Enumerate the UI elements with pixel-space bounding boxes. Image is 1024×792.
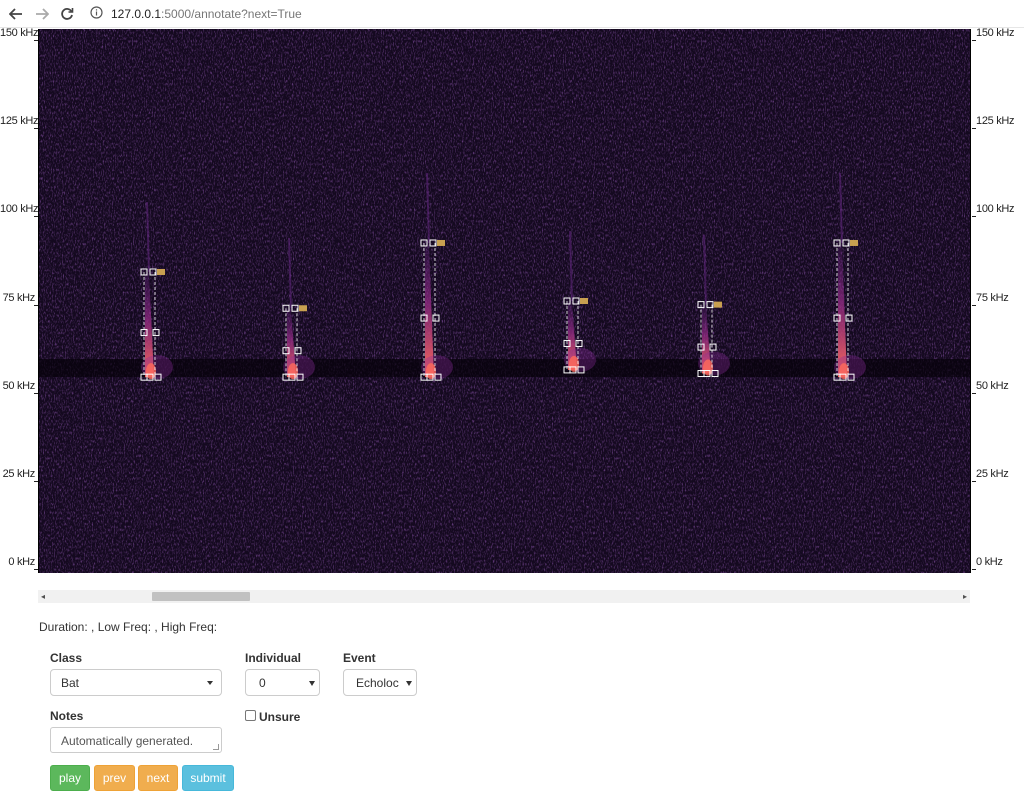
notes-text: Automatically generated. — [61, 734, 194, 748]
box-label-tag — [580, 298, 588, 304]
class-select[interactable]: Bat — [50, 669, 222, 696]
chevron-down-icon — [207, 681, 213, 685]
submit-button[interactable]: submit — [182, 765, 234, 791]
freq-tick-label-left: 75 kHz — [2, 291, 36, 304]
freq-tick-label-right: 50 kHz — [976, 379, 1009, 392]
next-button[interactable]: next — [138, 765, 178, 791]
freq-tick-label-left: 0 kHz — [8, 556, 35, 568]
freq-tick-right — [972, 480, 976, 482]
notes-textarea[interactable]: Automatically generated. — [50, 727, 222, 753]
call-spread — [283, 355, 315, 380]
browser-toolbar: 127.0.0.1:5000/annotate?next=True — [0, 0, 1024, 28]
resize-grip-icon[interactable] — [213, 744, 219, 750]
notes-label: Notes — [50, 709, 84, 723]
back-arrow-icon[interactable] — [6, 4, 26, 24]
url-path: :5000/annotate?next=True — [161, 7, 302, 21]
freq-tick-label-right: 150 kHz — [976, 27, 1015, 39]
event-label: Event — [343, 651, 376, 665]
url-host: 127.0.0.1 — [111, 7, 162, 21]
unsure-label: Unsure — [259, 710, 301, 724]
freq-tick-label-left: 150 kHz — [0, 27, 39, 39]
freq-tick-right — [972, 40, 976, 41]
event-select-value: Echoloc — [356, 675, 399, 690]
call-spread — [698, 351, 730, 376]
box-label-tag — [714, 301, 722, 308]
class-label: Class — [50, 651, 83, 665]
freq-tick-label-right: 100 kHz — [976, 203, 1015, 216]
class-select-value: Bat — [61, 675, 80, 690]
call-spread — [564, 347, 596, 372]
box-label-tag — [157, 268, 165, 275]
freq-tick-right — [972, 128, 976, 130]
chevron-down-icon — [309, 681, 315, 686]
box-label-tag — [299, 305, 307, 312]
scroll-left-arrow-icon[interactable]: ◂ — [38, 592, 48, 601]
freq-tick-right — [972, 569, 976, 570]
call-spread — [421, 355, 453, 380]
unsure-checkbox[interactable] — [245, 710, 256, 721]
individual-select-value: 0 — [259, 675, 266, 690]
freq-tick-label-right: 75 kHz — [976, 291, 1009, 304]
prev-button[interactable]: prev — [94, 765, 135, 791]
event-select[interactable]: Echoloc — [343, 669, 417, 696]
freq-tick-label-left: 100 kHz — [0, 203, 39, 216]
individual-select[interactable]: 0 — [245, 669, 320, 696]
freq-tick-label-right: 125 kHz — [976, 115, 1015, 128]
address-bar[interactable]: 127.0.0.1:5000/annotate?next=True — [90, 5, 302, 23]
reload-icon[interactable] — [57, 4, 77, 24]
play-button[interactable]: play — [50, 765, 90, 791]
scroll-right-arrow-icon[interactable]: ▸ — [960, 592, 970, 601]
freq-tick-label-left: 25 kHz — [2, 467, 36, 480]
freq-tick-right — [972, 392, 976, 394]
freq-tick-label-left: 50 kHz — [2, 379, 36, 392]
freq-tick-label-right: 25 kHz — [976, 467, 1009, 480]
box-label-tag — [850, 239, 858, 246]
individual-label: Individual — [245, 651, 302, 665]
selection-info: Duration: , Low Freq: , High Freq: — [39, 620, 218, 634]
call-spread — [834, 355, 866, 380]
forward-arrow-icon[interactable] — [32, 4, 52, 24]
freq-tick-label-left: 125 kHz — [0, 115, 39, 128]
freq-tick-label-right: 0 kHz — [976, 556, 1003, 568]
call-spread — [141, 355, 173, 380]
info-icon[interactable] — [90, 6, 103, 22]
scrollbar-thumb[interactable] — [152, 592, 250, 601]
spectrogram-canvas[interactable] — [38, 29, 971, 573]
box-label-tag — [437, 239, 445, 246]
chevron-down-icon — [406, 681, 412, 686]
spectrogram-noise — [39, 29, 970, 573]
horizontal-scrollbar[interactable]: ◂ ▸ — [38, 590, 970, 603]
freq-tick-right — [972, 216, 976, 218]
freq-tick-right — [972, 304, 976, 306]
low-band-shadow — [39, 359, 970, 377]
